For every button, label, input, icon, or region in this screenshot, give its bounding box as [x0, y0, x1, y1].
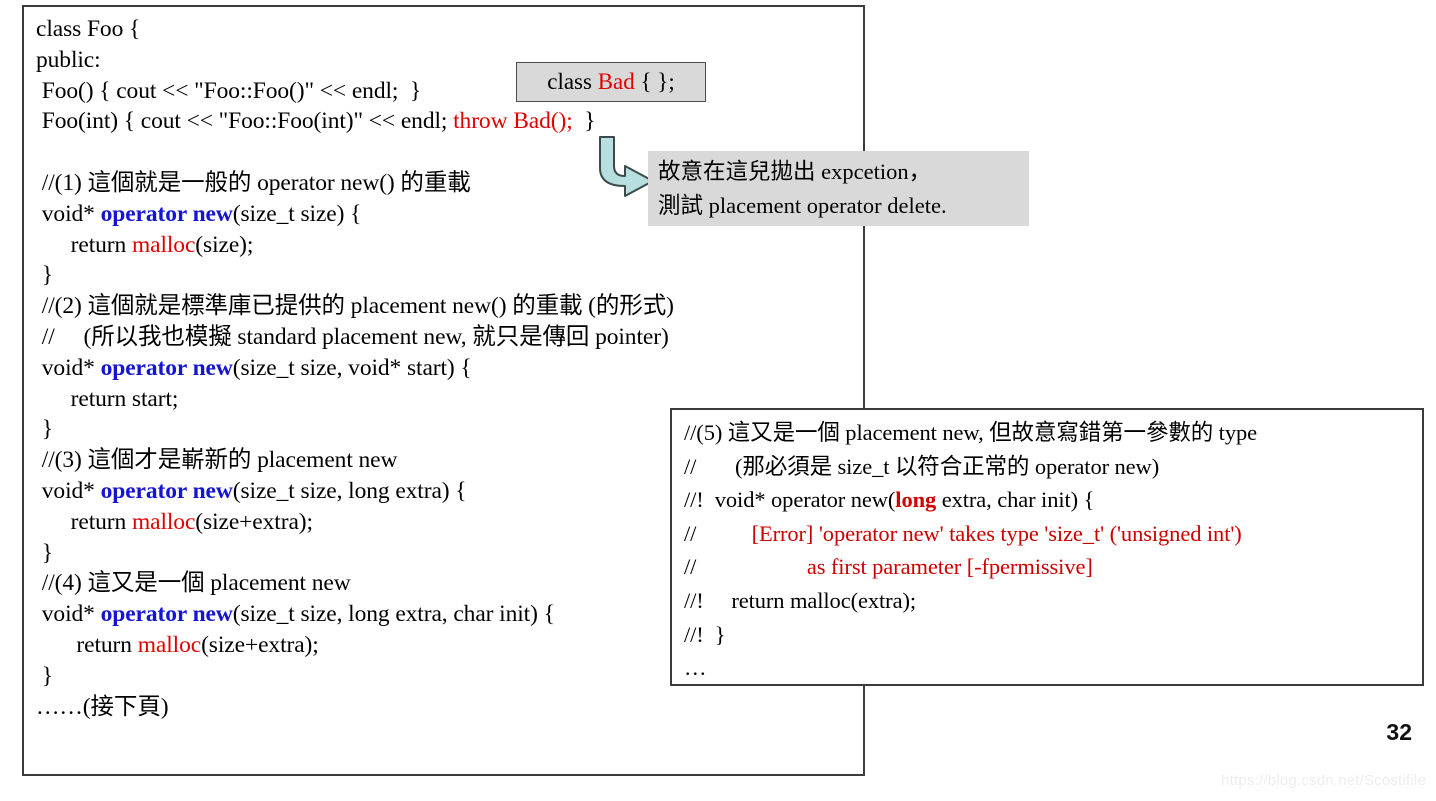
- note-line-2: 測試 placement operator delete.: [658, 193, 947, 218]
- note-line-r6-token-0: //! return malloc(extra);: [684, 587, 916, 613]
- code-line-l14-token-0: }: [36, 416, 53, 443]
- code-line-l4-token-2: }: [572, 108, 596, 135]
- code-line-l20-token-2: (size_t size, long extra, char init) {: [232, 601, 555, 628]
- note-line-r2: // (那必須是 size_t 以符合正常的 operator new): [684, 450, 1419, 484]
- code-line-l8-token-0: return: [36, 231, 132, 258]
- note-line-r5: // as first parameter [-fpermissive]: [684, 550, 1419, 584]
- code-line-l3-token-0: Foo() { cout << "Foo::Foo()" << endl; }: [36, 77, 422, 104]
- note-line-r4-token-1: [Error] 'operator new' takes type 'size_…: [751, 520, 1242, 546]
- note-line-r8: …: [684, 651, 1419, 685]
- note-line-r3-token-2: extra, char init) {: [936, 487, 1095, 513]
- class-bad-text: class Bad { };: [547, 69, 675, 95]
- note-line-r7-token-0: //! }: [684, 621, 726, 647]
- code-line-l10-token-0: //(2) 這個就是標準庫已提供的 placement new() 的重載 (的…: [36, 293, 674, 320]
- code-line-l9-token-0: }: [36, 262, 53, 289]
- placement-new-error-block: //(5) 這又是一個 placement new, 但故意寫錯第一參數的 ty…: [670, 408, 1424, 686]
- note-line-r7: //! }: [684, 618, 1419, 652]
- note-line-r5-token-0: //: [684, 554, 807, 580]
- code-line-l13-token-0: return start;: [36, 385, 179, 412]
- code-line-l1-token-0: class Foo {: [36, 16, 141, 42]
- code-line-l11: // (所以我也模擬 standard placement new, 就只是傳回…: [36, 322, 866, 353]
- note-line-r3-token-0: //! void* operator new(: [684, 487, 896, 513]
- right-note-lines: //(5) 這又是一個 placement new, 但故意寫錯第一參數的 ty…: [684, 416, 1419, 685]
- code-line-l8-token-1: malloc: [131, 231, 196, 258]
- note-line-r3-token-1: long: [895, 487, 937, 513]
- code-line-l8-token-2: (size);: [195, 231, 254, 258]
- code-line-l10: //(2) 這個就是標準庫已提供的 placement new() 的重載 (的…: [36, 291, 866, 322]
- code-line-l12-token-2: (size_t size, void* start) {: [232, 354, 472, 381]
- exception-note-callout: 故意在這兒拋出 expcetion， 測試 placement operator…: [648, 151, 1029, 226]
- watermark-url: https://blog.csdn.net/Scostifile: [1221, 772, 1426, 789]
- code-line-l4-token-0: Foo(int) { cout << "Foo::Foo(int)" << en…: [36, 108, 454, 135]
- code-line-l21-token-2: (size+extra);: [201, 631, 319, 658]
- code-line-l3: Foo() { cout << "Foo::Foo()" << endl; }: [36, 76, 866, 107]
- code-line-l11-token-0: // (所以我也模擬 standard placement new, 就只是傳回…: [36, 323, 669, 350]
- class-bad-token-1: Bad: [597, 69, 635, 94]
- code-line-l9: }: [36, 260, 866, 291]
- code-line-l12-token-1: operator new: [100, 354, 233, 381]
- class-bad-token-2: { };: [634, 69, 675, 94]
- code-line-l21-token-1: malloc: [137, 631, 202, 658]
- code-line-l20-token-0: void*: [36, 601, 101, 628]
- code-line-l22-token-0: }: [36, 662, 53, 689]
- code-line-l4-token-1: throw Bad();: [453, 108, 573, 135]
- code-line-l1: class Foo {: [36, 14, 866, 45]
- code-line-l2-token-0: public:: [36, 46, 101, 73]
- note-line-r4: // [Error] 'operator new' takes type 'si…: [684, 517, 1419, 551]
- note-line-r3: //! void* operator new(long extra, char …: [684, 483, 1419, 517]
- code-line-l15-token-0: //(3) 這個才是嶄新的 placement new: [36, 447, 398, 474]
- code-line-l16-token-0: void*: [36, 477, 101, 504]
- class-bad-token-0: class: [547, 69, 598, 94]
- note-line-r1: //(5) 這又是一個 placement new, 但故意寫錯第一參數的 ty…: [684, 416, 1419, 450]
- code-line-l6-token-0: //(1) 這個就是一般的 operator new() 的重載: [36, 169, 471, 196]
- note-line-r2-token-0: // (那必須是 size_t 以符合正常的 operator new): [684, 453, 1160, 479]
- code-line-l2: public:: [36, 45, 866, 76]
- code-line-l23: ……(接下頁): [36, 692, 866, 723]
- note-line-1: 故意在這兒拋出 expcetion，: [658, 159, 932, 184]
- code-line-l23-token-0: ……(接下頁): [36, 693, 169, 720]
- code-line-l16-token-1: operator new: [100, 477, 233, 504]
- class-bad-callout: class Bad { };: [516, 62, 706, 102]
- code-line-l7-token-1: operator new: [100, 200, 233, 227]
- code-line-l12: void* operator new(size_t size, void* st…: [36, 353, 866, 384]
- code-line-l17-token-2: (size+extra);: [195, 508, 313, 535]
- note-line-r4-token-0: //: [684, 520, 752, 546]
- code-line-l16-token-2: (size_t size, long extra) {: [232, 477, 467, 504]
- code-line-l7-token-0: void*: [36, 200, 101, 227]
- code-line-l8: return malloc(size);: [36, 230, 866, 261]
- note-line-r8-token-0: …: [684, 655, 707, 681]
- code-line-l7-token-2: (size_t size) {: [232, 200, 362, 227]
- code-line-l17-token-1: malloc: [131, 508, 196, 535]
- note-line-r5-token-1: as first parameter [-fpermissive]: [806, 554, 1093, 580]
- code-line-l18-token-0: }: [36, 539, 53, 566]
- code-line-l4: Foo(int) { cout << "Foo::Foo(int)" << en…: [36, 106, 866, 137]
- note-line-r1-token-0: //(5) 這又是一個 placement new, 但故意寫錯第一參數的 ty…: [684, 420, 1258, 445]
- note-line-r6: //! return malloc(extra);: [684, 584, 1419, 618]
- code-line-l20-token-1: operator new: [100, 601, 233, 628]
- code-line-l17-token-0: return: [36, 508, 132, 535]
- code-line-l12-token-0: void*: [36, 354, 101, 381]
- page-number: 32: [1386, 719, 1412, 745]
- code-line-l21-token-0: return: [36, 631, 138, 658]
- code-line-l19-token-0: //(4) 這又是一個 placement new: [36, 570, 351, 597]
